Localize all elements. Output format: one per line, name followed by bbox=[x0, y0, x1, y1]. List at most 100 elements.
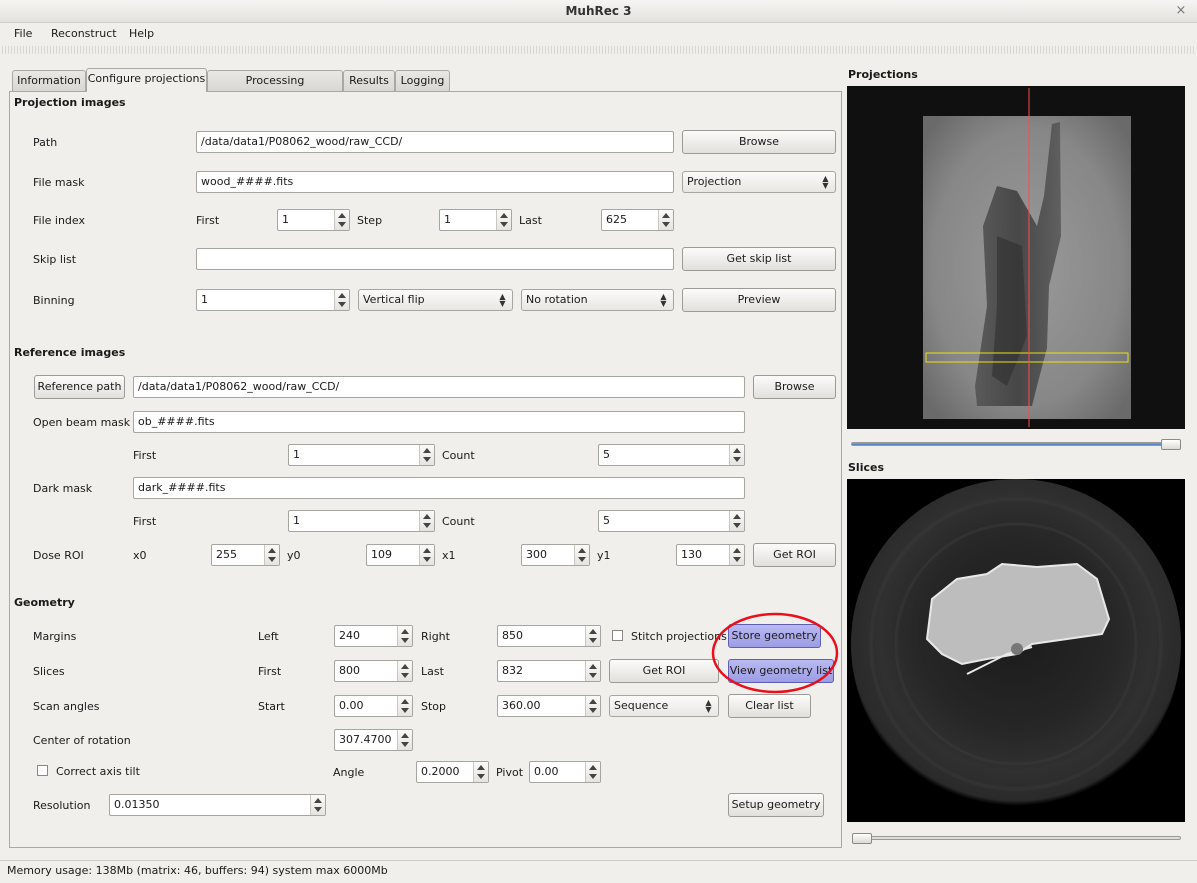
spin-arrows-icon[interactable] bbox=[585, 762, 600, 782]
browse-path-button[interactable]: Browse bbox=[682, 130, 836, 154]
slice-image-view[interactable] bbox=[847, 479, 1185, 822]
y1-value: 130 bbox=[681, 548, 702, 561]
step-spinbox[interactable]: 1 bbox=[439, 209, 512, 231]
last-index-spinbox[interactable]: 625 bbox=[601, 209, 674, 231]
slice-slider[interactable] bbox=[852, 836, 1181, 840]
skip-list-input[interactable] bbox=[196, 248, 674, 270]
spin-arrows-icon[interactable] bbox=[496, 210, 511, 230]
browse-reference-button[interactable]: Browse bbox=[753, 375, 836, 399]
file-type-select[interactable]: Projection ▲ ▼ bbox=[682, 171, 836, 193]
rotation-value: No rotation bbox=[526, 293, 588, 306]
margin-right-spinbox[interactable]: 850 bbox=[497, 625, 601, 647]
close-icon[interactable]: × bbox=[1173, 3, 1189, 19]
tilt-angle-spinbox[interactable]: 0.2000 bbox=[416, 761, 489, 783]
spin-arrows-icon[interactable] bbox=[264, 545, 279, 565]
first-index-value: 1 bbox=[282, 213, 289, 226]
margin-left-spinbox[interactable]: 240 bbox=[334, 625, 413, 647]
resolution-spinbox[interactable]: 0.01350 bbox=[109, 794, 326, 816]
slices-heading: Slices bbox=[848, 461, 884, 474]
file-mask-input[interactable]: wood_####.fits bbox=[196, 171, 674, 193]
slices-label: Slices bbox=[33, 665, 65, 678]
get-skip-list-button[interactable]: Get skip list bbox=[682, 247, 836, 271]
x1-value: 300 bbox=[526, 548, 547, 561]
projection-image-view[interactable] bbox=[847, 86, 1185, 429]
spin-arrows-icon[interactable] bbox=[473, 762, 488, 782]
spin-arrows-icon[interactable] bbox=[397, 696, 412, 716]
first-index-spinbox[interactable]: 1 bbox=[277, 209, 350, 231]
tab-logging[interactable]: Logging bbox=[395, 70, 450, 91]
spin-arrows-icon[interactable] bbox=[310, 795, 325, 815]
spin-arrows-icon[interactable] bbox=[397, 730, 412, 750]
slices-first-spinbox[interactable]: 800 bbox=[334, 660, 413, 682]
y0-spinbox[interactable]: 109 bbox=[366, 544, 435, 566]
spin-arrows-icon[interactable] bbox=[334, 290, 349, 310]
reference-path-button[interactable]: Reference path bbox=[34, 375, 125, 399]
stop-label: Stop bbox=[421, 700, 447, 713]
dose-roi-label: Dose ROI bbox=[33, 549, 84, 562]
view-geometry-list-button[interactable]: View geometry list bbox=[728, 659, 834, 683]
stop-angle-spinbox[interactable]: 360.00 bbox=[497, 695, 601, 717]
spin-arrows-icon[interactable] bbox=[397, 661, 412, 681]
spin-arrows-icon[interactable] bbox=[334, 210, 349, 230]
flip-select[interactable]: Vertical flip ▲ ▼ bbox=[358, 289, 513, 311]
ob-first-label: First bbox=[133, 449, 157, 462]
tab-information[interactable]: Information bbox=[12, 70, 86, 91]
spin-arrows-icon[interactable] bbox=[419, 545, 434, 565]
stitch-projections-checkbox[interactable] bbox=[612, 630, 623, 641]
dk-first-spinbox[interactable]: 1 bbox=[288, 510, 435, 532]
resolution-value: 0.01350 bbox=[114, 798, 160, 811]
scan-mode-select[interactable]: Sequence ▲ ▼ bbox=[609, 695, 719, 717]
x0-spinbox[interactable]: 255 bbox=[211, 544, 280, 566]
rotation-select[interactable]: No rotation ▲ ▼ bbox=[521, 289, 674, 311]
path-input[interactable]: /data/data1/P08062_wood/raw_CCD/ bbox=[196, 131, 674, 153]
spin-arrows-icon[interactable] bbox=[397, 626, 412, 646]
projection-slider-handle[interactable] bbox=[1161, 439, 1181, 450]
spin-arrows-icon[interactable] bbox=[585, 696, 600, 716]
spin-arrows-icon[interactable] bbox=[729, 511, 744, 531]
slices-get-roi-button[interactable]: Get ROI bbox=[609, 659, 719, 683]
spin-arrows-icon[interactable] bbox=[574, 545, 589, 565]
ob-first-spinbox[interactable]: 1 bbox=[288, 444, 435, 466]
menu-file[interactable]: File bbox=[14, 27, 32, 40]
x1-spinbox[interactable]: 300 bbox=[521, 544, 590, 566]
open-beam-mask-input[interactable]: ob_####.fits bbox=[133, 411, 745, 433]
dose-get-roi-button[interactable]: Get ROI bbox=[753, 543, 836, 567]
updown-arrows-icon: ▲ ▼ bbox=[705, 698, 712, 714]
pivot-value: 0.00 bbox=[534, 765, 559, 778]
slice-slider-handle[interactable] bbox=[852, 833, 872, 844]
reference-path-input[interactable]: /data/data1/P08062_wood/raw_CCD/ bbox=[133, 376, 745, 398]
menu-reconstruct[interactable]: Reconstruct bbox=[51, 27, 117, 40]
store-geometry-button[interactable]: Store geometry bbox=[728, 624, 821, 648]
binning-spinbox[interactable]: 1 bbox=[196, 289, 350, 311]
slices-last-spinbox[interactable]: 832 bbox=[497, 660, 601, 682]
scan-angles-label: Scan angles bbox=[33, 700, 100, 713]
pivot-spinbox[interactable]: 0.00 bbox=[529, 761, 601, 783]
ob-count-spinbox[interactable]: 5 bbox=[598, 444, 745, 466]
preview-button[interactable]: Preview bbox=[682, 288, 836, 312]
tab-configure-projections[interactable]: Configure projections bbox=[86, 68, 207, 92]
dark-mask-input[interactable]: dark_####.fits bbox=[133, 477, 745, 499]
clear-list-button[interactable]: Clear list bbox=[728, 694, 811, 718]
spin-arrows-icon[interactable] bbox=[729, 545, 744, 565]
dk-count-spinbox[interactable]: 5 bbox=[598, 510, 745, 532]
updown-arrows-icon: ▲ ▼ bbox=[822, 174, 829, 190]
path-label: Path bbox=[33, 136, 58, 149]
spin-arrows-icon[interactable] bbox=[419, 511, 434, 531]
menu-help[interactable]: Help bbox=[129, 27, 154, 40]
spin-arrows-icon[interactable] bbox=[658, 210, 673, 230]
spin-arrows-icon[interactable] bbox=[729, 445, 744, 465]
correct-axis-tilt-checkbox[interactable] bbox=[37, 765, 48, 776]
start-angle-spinbox[interactable]: 0.00 bbox=[334, 695, 413, 717]
spin-arrows-icon[interactable] bbox=[419, 445, 434, 465]
setup-geometry-button[interactable]: Setup geometry bbox=[728, 793, 824, 817]
tab-processing-configuration[interactable]: Processing configuration bbox=[207, 70, 343, 107]
left-label: Left bbox=[258, 630, 279, 643]
binning-value: 1 bbox=[201, 293, 208, 306]
spin-arrows-icon[interactable] bbox=[585, 626, 600, 646]
spin-arrows-icon[interactable] bbox=[585, 661, 600, 681]
y1-spinbox[interactable]: 130 bbox=[676, 544, 745, 566]
y0-label: y0 bbox=[287, 549, 301, 562]
center-of-rotation-spinbox[interactable]: 307.4700 bbox=[334, 729, 413, 751]
projection-slider[interactable] bbox=[851, 442, 1181, 446]
tab-results[interactable]: Results bbox=[343, 70, 395, 91]
